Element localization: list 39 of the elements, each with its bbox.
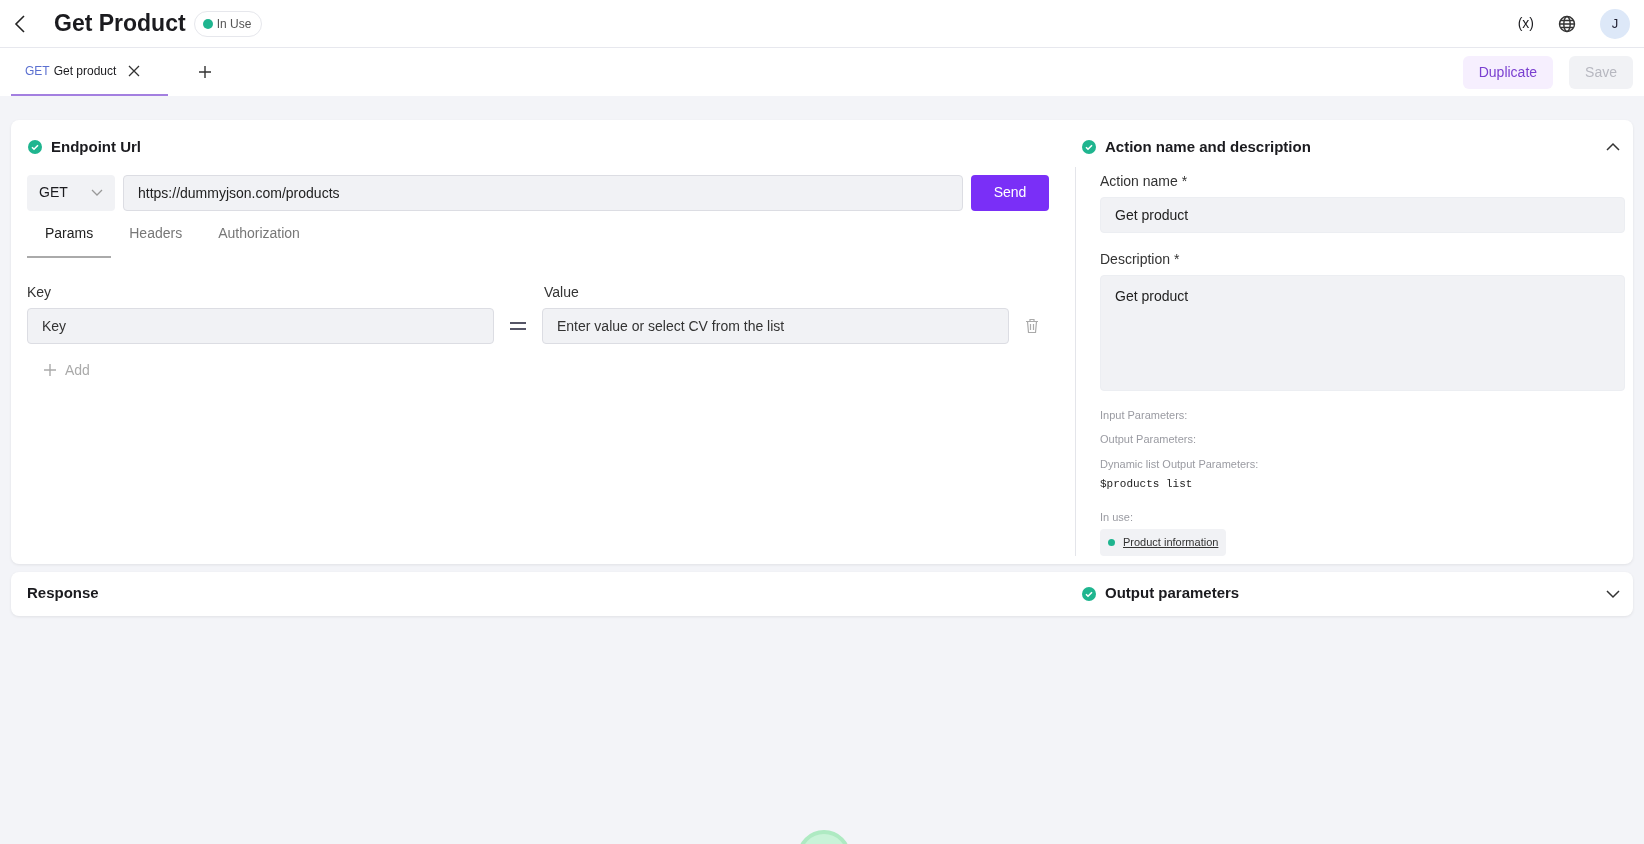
field-label: Action name * xyxy=(1100,171,1189,191)
section-title: Endpoint Url xyxy=(51,137,141,157)
plus-icon xyxy=(43,363,57,377)
globe-icon[interactable] xyxy=(1558,14,1576,33)
equals-icon xyxy=(510,321,526,330)
meta-label: Dynamic list Output Parameters: xyxy=(1100,456,1260,472)
usage-link[interactable]: Product information xyxy=(1123,534,1219,551)
user-avatar[interactable]: J xyxy=(1600,8,1630,39)
variables-button[interactable]: (x) xyxy=(1517,13,1534,34)
field-label: Description * xyxy=(1100,249,1181,269)
field-label: Value xyxy=(544,282,579,302)
section-title: Response xyxy=(27,584,99,602)
request-tab[interactable]: GET Get product xyxy=(11,48,168,96)
action-name-field[interactable]: Get product xyxy=(1100,196,1625,233)
status-label: In Use xyxy=(216,15,252,33)
description-field[interactable]: Get product xyxy=(1100,274,1625,391)
page-title: Get Product xyxy=(54,9,186,39)
key-field[interactable]: Key xyxy=(27,307,494,344)
tab-label: Get product xyxy=(53,63,117,80)
value-field[interactable]: Enter value or select CV from the list xyxy=(542,307,1009,344)
tab[interactable]: Params xyxy=(27,214,112,258)
method-dropdown[interactable]: GET xyxy=(27,174,115,211)
duplicate-button[interactable]: Duplicate xyxy=(1462,55,1554,89)
close-icon[interactable] xyxy=(128,65,140,77)
field-label: Key xyxy=(27,282,53,302)
meta-label: Output Parameters: xyxy=(1100,432,1197,447)
tab[interactable]: Headers xyxy=(111,214,201,258)
back-icon[interactable] xyxy=(14,14,26,33)
caret-icon xyxy=(91,188,103,197)
meta-label: Input Parameters: xyxy=(1100,407,1189,423)
section-title: Output parameters xyxy=(1105,583,1240,604)
parameter-name: $products list xyxy=(1100,477,1194,492)
url-field[interactable]: https://dummyjson.com/products xyxy=(123,174,963,211)
section-title: Action name and description xyxy=(1105,137,1311,157)
method-label: GET xyxy=(25,63,50,80)
send-button[interactable]: Send xyxy=(971,174,1049,211)
add-tab-icon[interactable] xyxy=(198,65,212,79)
tab[interactable]: Authorization xyxy=(200,214,318,258)
meta-label: In use: xyxy=(1100,509,1135,525)
